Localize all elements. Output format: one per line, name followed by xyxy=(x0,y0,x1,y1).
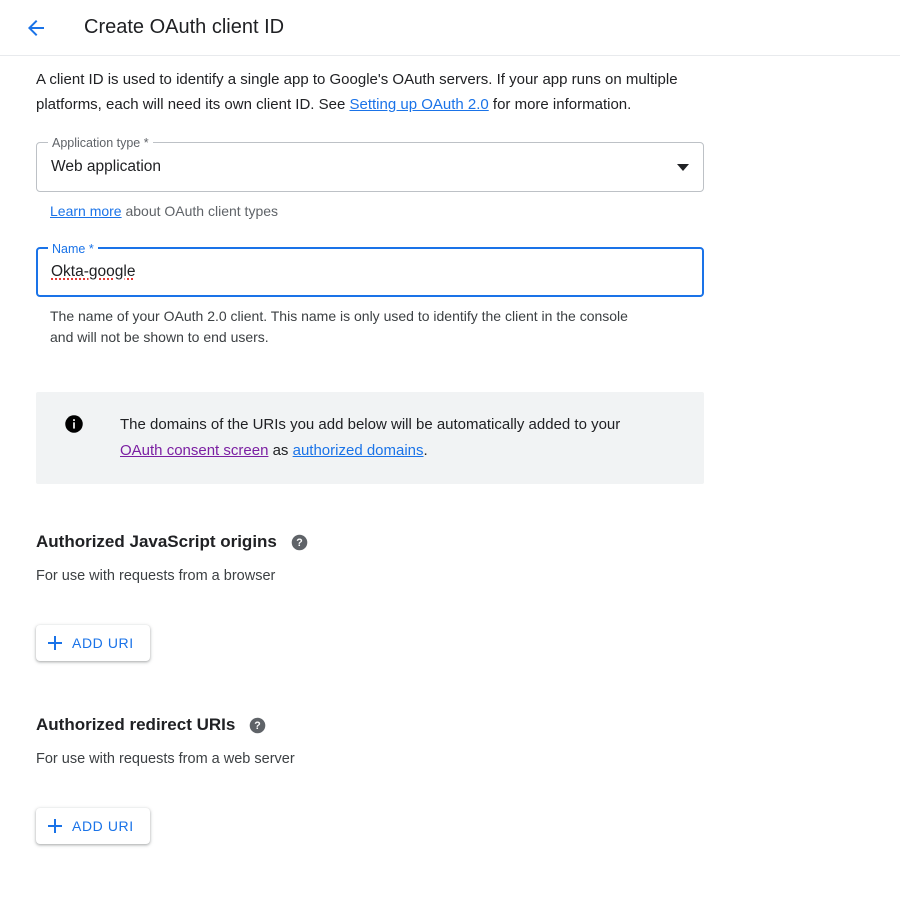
arrow-left-icon xyxy=(24,16,48,40)
add-uri-label: ADD URI xyxy=(72,635,134,651)
help-circle-icon[interactable]: ? xyxy=(249,717,266,734)
learn-more-suffix: about OAuth client types xyxy=(122,203,278,219)
add-uri-label: ADD URI xyxy=(72,818,134,834)
banner-text-3: . xyxy=(424,442,428,459)
application-type-label: Application type * xyxy=(48,135,153,151)
learn-more-link[interactable]: Learn more xyxy=(50,203,122,219)
info-banner-text: The domains of the URIs you add below wi… xyxy=(120,412,660,464)
banner-text-1: The domains of the URIs you add below wi… xyxy=(120,416,620,433)
page-header: Create OAuth client ID xyxy=(0,0,900,56)
redirect-uris-section: Authorized redirect URIs ? For use with … xyxy=(36,715,900,844)
plus-icon xyxy=(48,636,62,650)
banner-text-2: as xyxy=(268,442,292,459)
application-type-helper: Learn more about OAuth client types xyxy=(36,201,696,222)
info-icon xyxy=(64,414,84,434)
javascript-origins-section: Authorized JavaScript origins ? For use … xyxy=(36,532,900,661)
setting-up-oauth-link[interactable]: Setting up OAuth 2.0 xyxy=(349,96,488,113)
page-title: Create OAuth client ID xyxy=(84,16,284,39)
application-type-value: Web application xyxy=(51,158,669,176)
plus-icon xyxy=(48,819,62,833)
oauth-consent-screen-link[interactable]: OAuth consent screen xyxy=(120,442,268,459)
svg-text:?: ? xyxy=(296,537,302,549)
add-redirect-uri-button[interactable]: ADD URI xyxy=(36,808,150,844)
javascript-origins-title: Authorized JavaScript origins xyxy=(36,532,277,552)
redirect-uris-title: Authorized redirect URIs xyxy=(36,715,235,735)
intro-text-after: for more information. xyxy=(489,96,632,113)
name-field-wrap: Name * Okta-google The name of your OAut… xyxy=(36,247,704,348)
redirect-uris-subtitle: For use with requests from a web server xyxy=(36,751,900,767)
javascript-origins-heading-row: Authorized JavaScript origins ? xyxy=(36,532,900,552)
name-value: Okta-google xyxy=(51,263,689,281)
info-banner: The domains of the URIs you add below wi… xyxy=(36,392,704,484)
intro-paragraph: A client ID is used to identify a single… xyxy=(36,56,696,117)
javascript-origins-subtitle: For use with requests from a browser xyxy=(36,568,900,584)
redirect-uris-heading-row: Authorized redirect URIs ? xyxy=(36,715,900,735)
authorized-domains-link[interactable]: authorized domains xyxy=(293,442,424,459)
add-javascript-origin-uri-button[interactable]: ADD URI xyxy=(36,625,150,661)
svg-text:?: ? xyxy=(255,720,261,732)
name-helper-text: The name of your OAuth 2.0 client. This … xyxy=(36,306,651,348)
main-content: A client ID is used to identify a single… xyxy=(0,56,900,844)
application-type-field-wrap: Application type * Web application Learn… xyxy=(36,142,704,222)
name-input[interactable]: Name * Okta-google xyxy=(36,247,704,297)
name-label: Name * xyxy=(48,241,98,257)
help-circle-icon[interactable]: ? xyxy=(291,534,308,551)
application-type-select[interactable]: Application type * Web application xyxy=(36,142,704,192)
back-button[interactable] xyxy=(24,16,48,40)
chevron-down-icon xyxy=(677,164,689,171)
